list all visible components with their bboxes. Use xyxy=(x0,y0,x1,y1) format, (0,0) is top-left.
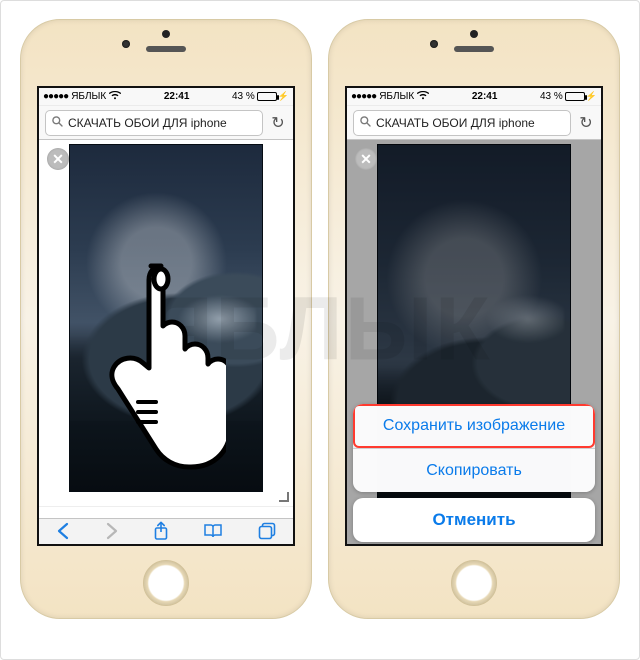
share-button[interactable] xyxy=(153,521,169,546)
status-bar: ●●●●● ЯБЛЫК 22:41 43 % ⚡ xyxy=(347,88,601,106)
action-sheet: Сохранить изображение Скопировать Отмени… xyxy=(347,398,601,546)
safari-address-bar: СКАЧАТЬ ОБОИ ДЛЯ iphone ↻ xyxy=(347,106,601,140)
carrier-label: ЯБЛЫК xyxy=(379,91,414,102)
tutorial-figure: ●●●●● ЯБЛЫК 22:41 43 % ⚡ xyxy=(0,0,640,660)
tap-gesture-icon xyxy=(106,252,226,482)
status-bar: ●●●●● ЯБЛЫК 22:41 43 % ⚡ xyxy=(39,88,293,106)
page-content: ✕ xyxy=(39,140,293,506)
tabs-button[interactable] xyxy=(258,522,276,545)
battery-percent: 43 % xyxy=(232,91,255,102)
search-query-text: СКАЧАТЬ ОБОИ ДЛЯ iphone xyxy=(376,116,535,130)
action-copy[interactable]: Скопировать xyxy=(353,448,595,492)
resize-handle-icon xyxy=(279,492,289,502)
action-cancel[interactable]: Отменить xyxy=(353,498,595,542)
action-save-image-label: Сохранить изображение xyxy=(383,417,565,435)
charging-icon: ⚡ xyxy=(586,91,597,102)
signal-dots-icon: ●●●●● xyxy=(43,91,68,102)
screen-left: ●●●●● ЯБЛЫК 22:41 43 % ⚡ xyxy=(37,86,295,546)
phone-left: ●●●●● ЯБЛЫК 22:41 43 % ⚡ xyxy=(20,19,312,619)
clock: 22:41 xyxy=(164,91,190,102)
phone-top-hardware xyxy=(329,20,619,86)
back-button[interactable] xyxy=(56,522,70,545)
wifi-icon xyxy=(417,91,429,103)
screen-right: ●●●●● ЯБЛЫК 22:41 43 % ⚡ xyxy=(345,86,603,546)
forward-button[interactable] xyxy=(105,522,119,545)
search-icon xyxy=(360,116,371,130)
safari-address-bar: СКАЧАТЬ ОБОИ ДЛЯ iphone ↻ xyxy=(39,106,293,140)
search-query-text: СКАЧАТЬ ОБОИ ДЛЯ iphone xyxy=(68,116,227,130)
reload-icon[interactable]: ↻ xyxy=(269,113,287,133)
action-save-image[interactable]: Сохранить изображение xyxy=(353,404,595,448)
action-cancel-label: Отменить xyxy=(432,510,515,530)
page-content-dimmed: ✕ Сохранить изображение Скопировать xyxy=(347,140,601,546)
phone-right: ●●●●● ЯБЛЫК 22:41 43 % ⚡ xyxy=(328,19,620,619)
safari-toolbar xyxy=(39,518,293,546)
signal-dots-icon: ●●●●● xyxy=(351,91,376,102)
page-footer-strip xyxy=(39,506,293,518)
search-input[interactable]: СКАЧАТЬ ОБОИ ДЛЯ iphone xyxy=(45,110,263,136)
search-icon xyxy=(52,116,63,130)
charging-icon: ⚡ xyxy=(278,91,289,102)
search-input[interactable]: СКАЧАТЬ ОБОИ ДЛЯ iphone xyxy=(353,110,571,136)
reload-icon[interactable]: ↻ xyxy=(577,113,595,133)
clock: 22:41 xyxy=(472,91,498,102)
battery-percent: 43 % xyxy=(540,91,563,102)
carrier-label: ЯБЛЫК xyxy=(71,91,106,102)
battery-icon xyxy=(257,92,277,101)
bookmarks-button[interactable] xyxy=(203,523,223,544)
action-copy-label: Скопировать xyxy=(426,462,522,480)
wifi-icon xyxy=(109,91,121,103)
home-button[interactable] xyxy=(143,560,189,606)
home-button[interactable] xyxy=(451,560,497,606)
close-icon[interactable]: ✕ xyxy=(355,148,377,170)
battery-icon xyxy=(565,92,585,101)
close-icon[interactable]: ✕ xyxy=(47,148,69,170)
phone-top-hardware xyxy=(21,20,311,86)
